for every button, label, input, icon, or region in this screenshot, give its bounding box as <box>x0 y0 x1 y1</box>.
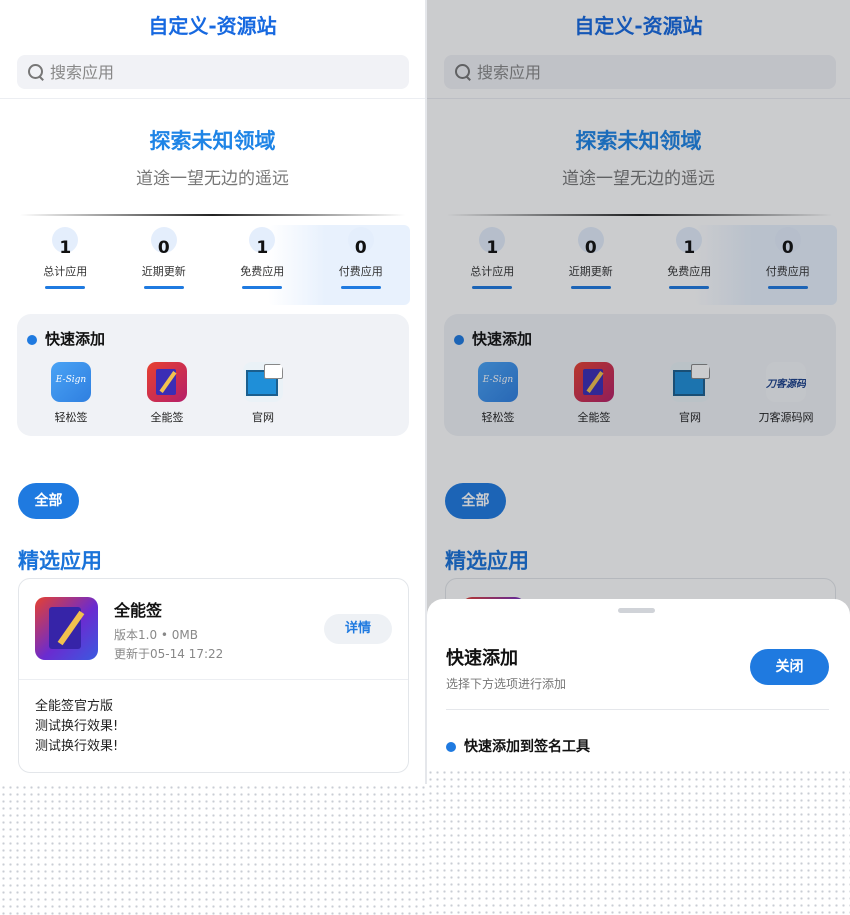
description-line: 测试换行效果! <box>35 719 119 734</box>
description-line: 全能签官方版 <box>35 699 114 714</box>
section-dot-icon <box>446 742 456 752</box>
quick-add-item-allsign[interactable]: 全能签 <box>119 362 215 425</box>
website-icon <box>243 362 283 402</box>
tab-all[interactable]: 全部 <box>18 483 79 519</box>
stat-value: 0 <box>157 238 170 258</box>
stat-value: 0 <box>354 238 367 258</box>
quick-add-label: 全能签 <box>150 411 184 424</box>
featured-title: 精选应用 <box>18 549 102 573</box>
stats-row: 1 总计应用 0 近期更新 1 免费应用 0 付费应用 <box>16 226 410 296</box>
page-title: 自定义-资源站 <box>148 14 277 38</box>
card-divider <box>19 679 408 680</box>
quick-add-sheet: 快速添加 选择下方选项进行添加 关闭 快速添加到签名工具 <box>427 599 850 915</box>
quick-add-label: 轻松签 <box>54 411 88 424</box>
sheet-divider <box>446 709 829 710</box>
app-meta: 版本1.0 • 0MB <box>114 628 199 642</box>
stat-label: 付费应用 <box>338 265 383 278</box>
stat-bar <box>340 286 381 289</box>
sheet-subtitle: 选择下方选项进行添加 <box>446 677 567 691</box>
stat-total: 1 总计应用 <box>16 226 115 296</box>
hero-subtitle: 道途一望无边的遥远 <box>136 169 289 189</box>
esign-icon: E-Sign <box>51 362 91 402</box>
search-icon <box>27 63 45 81</box>
section-dot-icon <box>27 334 37 345</box>
stat-bar <box>242 286 283 289</box>
stat-label: 免费应用 <box>240 265 285 278</box>
header-divider <box>0 98 425 99</box>
esign-icon-text: E-Sign <box>55 375 87 385</box>
stat-bar <box>45 286 86 289</box>
sheet-section-title: 快速添加到签名工具 <box>446 736 590 756</box>
stat-value: 1 <box>256 238 269 258</box>
details-button[interactable]: 详情 <box>324 614 392 644</box>
app-updated: 更新于05-14 17:22 <box>114 647 224 661</box>
quick-add-item-website[interactable]: 官网 <box>215 362 311 425</box>
hero-title: 探索未知领域 <box>149 129 276 153</box>
quick-add-title: 快速添加 <box>27 328 105 349</box>
stat-recent: 0 近期更新 <box>115 226 214 296</box>
sheet-drag-handle[interactable] <box>618 608 655 613</box>
hero-divider <box>20 214 405 216</box>
stat-free: 1 免费应用 <box>213 226 312 296</box>
quick-add-panel: 快速添加 E-Sign 轻松签 全能签 官网 <box>17 314 409 436</box>
stat-paid: 0 付费应用 <box>312 226 411 296</box>
app-screen-left: 自定义-资源站 探索未知领域 道途一望无边的遥远 1 总计应用 0 近期更新 1… <box>0 0 425 784</box>
app-description: 全能签官方版 测试换行效果! 测试换行效果! <box>35 697 118 757</box>
app-card[interactable]: 全能签 版本1.0 • 0MB 更新于05-14 17:22 详情 全能签官方版… <box>18 578 409 773</box>
search-input[interactable] <box>50 62 390 82</box>
app-screen-right: 自定义-资源站 探索未知领域 道途一望无边的遥远 1 总计应用 0 近期更新 1… <box>427 0 850 915</box>
search-bar[interactable] <box>17 55 409 89</box>
quick-add-item-esign[interactable]: E-Sign 轻松签 <box>23 362 119 425</box>
stat-value: 1 <box>59 238 72 258</box>
sheet-dotted-area <box>427 769 850 915</box>
stat-label: 总计应用 <box>43 265 88 278</box>
description-line: 测试换行效果! <box>35 739 119 754</box>
quick-add-items: E-Sign 轻松签 全能签 官网 <box>23 362 311 425</box>
stat-bar <box>143 286 184 289</box>
sheet-section-text: 快速添加到签名工具 <box>464 739 590 755</box>
allsign-icon <box>147 362 187 402</box>
allsign-app-icon <box>35 597 98 660</box>
sheet-title: 快速添加 <box>446 648 518 669</box>
close-button[interactable]: 关闭 <box>750 649 829 685</box>
stat-label: 近期更新 <box>141 265 186 278</box>
quick-add-label: 官网 <box>252 411 274 424</box>
quick-add-title-text: 快速添加 <box>45 330 106 348</box>
app-name: 全能签 <box>114 601 163 620</box>
